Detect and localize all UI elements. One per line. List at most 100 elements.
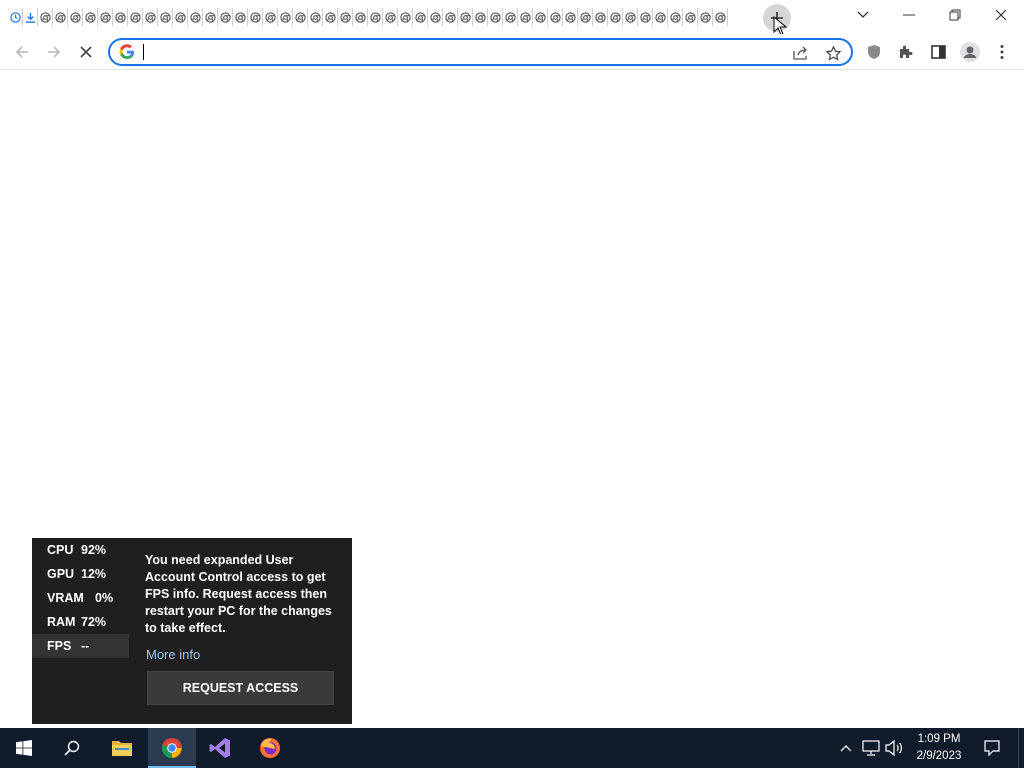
browser-tab[interactable] xyxy=(173,8,188,26)
browser-tab[interactable] xyxy=(98,8,113,26)
browser-tab[interactable] xyxy=(188,8,203,26)
browser-tab[interactable] xyxy=(698,8,713,26)
profile-button[interactable] xyxy=(956,38,984,66)
bookmark-star-icon xyxy=(825,45,841,61)
request-access-button[interactable]: REQUEST ACCESS xyxy=(147,671,334,705)
browser-tab[interactable] xyxy=(278,8,293,26)
browser-tab[interactable] xyxy=(23,8,38,26)
browser-tab[interactable] xyxy=(653,8,668,26)
forward-button[interactable] xyxy=(40,38,68,66)
side-panel-button[interactable] xyxy=(924,38,952,66)
browser-tab[interactable] xyxy=(338,8,353,26)
browser-tab[interactable] xyxy=(683,8,698,26)
chrome-generic-tab-icon xyxy=(639,11,651,23)
close-window-button[interactable] xyxy=(978,0,1024,30)
browser-tab[interactable] xyxy=(233,8,248,26)
share-button[interactable] xyxy=(790,42,812,64)
stat-row-cpu[interactable]: CPU 92% xyxy=(32,538,129,562)
browser-tab[interactable] xyxy=(593,8,608,26)
browser-tab[interactable] xyxy=(623,8,638,26)
browser-tab[interactable] xyxy=(503,8,518,26)
browser-tab[interactable] xyxy=(488,8,503,26)
browser-tab[interactable] xyxy=(353,8,368,26)
browser-tab[interactable] xyxy=(428,8,443,26)
omnibox-input[interactable] xyxy=(142,43,762,61)
uac-message: You need expanded User Account Control a… xyxy=(145,553,332,635)
browser-tab[interactable] xyxy=(248,8,263,26)
show-hidden-icons-button[interactable] xyxy=(836,728,856,768)
bookmark-button[interactable] xyxy=(822,42,844,64)
download-icon xyxy=(25,12,35,23)
more-info-link[interactable]: More info xyxy=(146,647,200,662)
browser-tab[interactable] xyxy=(458,8,473,26)
gamebar-performance-widget: CPU 92% GPU 12% VRAM 0% RAM 72% FPS -- You need e… xyxy=(32,538,352,724)
action-center-button[interactable] xyxy=(978,728,1006,768)
windows-start-icon xyxy=(16,740,32,756)
volume-tray-button[interactable] xyxy=(883,728,905,768)
browser-tab[interactable] xyxy=(578,8,593,26)
browser-tab[interactable] xyxy=(308,8,323,26)
taskbar-search-button[interactable] xyxy=(48,728,96,768)
chrome-generic-tab-icon xyxy=(579,11,591,23)
browser-tab[interactable] xyxy=(533,8,548,26)
browser-tab[interactable] xyxy=(638,8,653,26)
address-bar[interactable] xyxy=(108,38,853,66)
taskbar-clock[interactable]: 1:09 PM 2/9/2023 xyxy=(904,731,974,765)
taskbar-visual-studio[interactable] xyxy=(196,728,244,768)
taskbar-firefox[interactable] xyxy=(246,728,294,768)
browser-tab[interactable] xyxy=(443,8,458,26)
browser-tab[interactable] xyxy=(293,8,308,26)
tab-search-button[interactable] xyxy=(840,0,886,30)
browser-tab[interactable] xyxy=(668,8,683,26)
extensions-button[interactable] xyxy=(892,38,920,66)
browser-tab[interactable] xyxy=(218,8,233,26)
browser-tab[interactable] xyxy=(68,8,83,26)
restore-icon xyxy=(949,9,961,21)
browser-tab[interactable] xyxy=(563,8,578,26)
stat-row-ram[interactable]: RAM 72% xyxy=(32,610,129,634)
browser-tab[interactable] xyxy=(263,8,278,26)
show-desktop-button[interactable] xyxy=(1018,728,1024,768)
side-panel-icon xyxy=(930,45,946,59)
chrome-menu-button[interactable] xyxy=(988,38,1016,66)
start-button[interactable] xyxy=(0,728,48,768)
stat-row-gpu[interactable]: GPU 12% xyxy=(32,562,129,586)
shield-extension-button[interactable] xyxy=(860,38,888,66)
browser-tab[interactable] xyxy=(413,8,428,26)
browser-tab[interactable] xyxy=(518,8,533,26)
browser-tab[interactable] xyxy=(608,8,623,26)
minimize-button[interactable] xyxy=(886,0,932,30)
browser-tab[interactable] xyxy=(83,8,98,26)
chrome-generic-tab-icon xyxy=(474,11,486,23)
browser-tab[interactable] xyxy=(473,8,488,26)
taskbar-chrome[interactable] xyxy=(148,728,196,768)
restore-button[interactable] xyxy=(932,0,978,30)
firefox-icon xyxy=(260,738,280,758)
browser-tab[interactable] xyxy=(143,8,158,26)
performance-stats-list: CPU 92% GPU 12% VRAM 0% RAM 72% FPS -- xyxy=(32,538,129,658)
browser-tab[interactable] xyxy=(8,8,23,26)
search-icon xyxy=(64,740,80,756)
browser-tab[interactable] xyxy=(368,8,383,26)
browser-tab[interactable] xyxy=(548,8,563,26)
stop-button[interactable] xyxy=(72,38,100,66)
browser-tab[interactable] xyxy=(128,8,143,26)
chrome-generic-tab-icon xyxy=(594,11,606,23)
back-button[interactable] xyxy=(8,38,36,66)
taskbar-file-explorer[interactable] xyxy=(98,728,146,768)
browser-tab[interactable] xyxy=(383,8,398,26)
chrome-generic-tab-icon xyxy=(714,11,726,23)
browser-tab[interactable] xyxy=(323,8,338,26)
chrome-generic-tab-icon xyxy=(294,11,306,23)
network-tray-button[interactable] xyxy=(860,728,882,768)
browser-tab[interactable] xyxy=(158,8,173,26)
browser-tab[interactable] xyxy=(53,8,68,26)
browser-tab[interactable] xyxy=(38,8,53,26)
browser-tab[interactable] xyxy=(398,8,413,26)
clock-time: 1:09 PM xyxy=(917,733,961,745)
stat-row-vram[interactable]: VRAM 0% xyxy=(32,586,129,610)
browser-tab[interactable] xyxy=(203,8,218,26)
browser-tab[interactable] xyxy=(713,8,728,26)
stat-row-fps[interactable]: FPS -- xyxy=(32,634,129,658)
browser-tab[interactable] xyxy=(113,8,128,26)
